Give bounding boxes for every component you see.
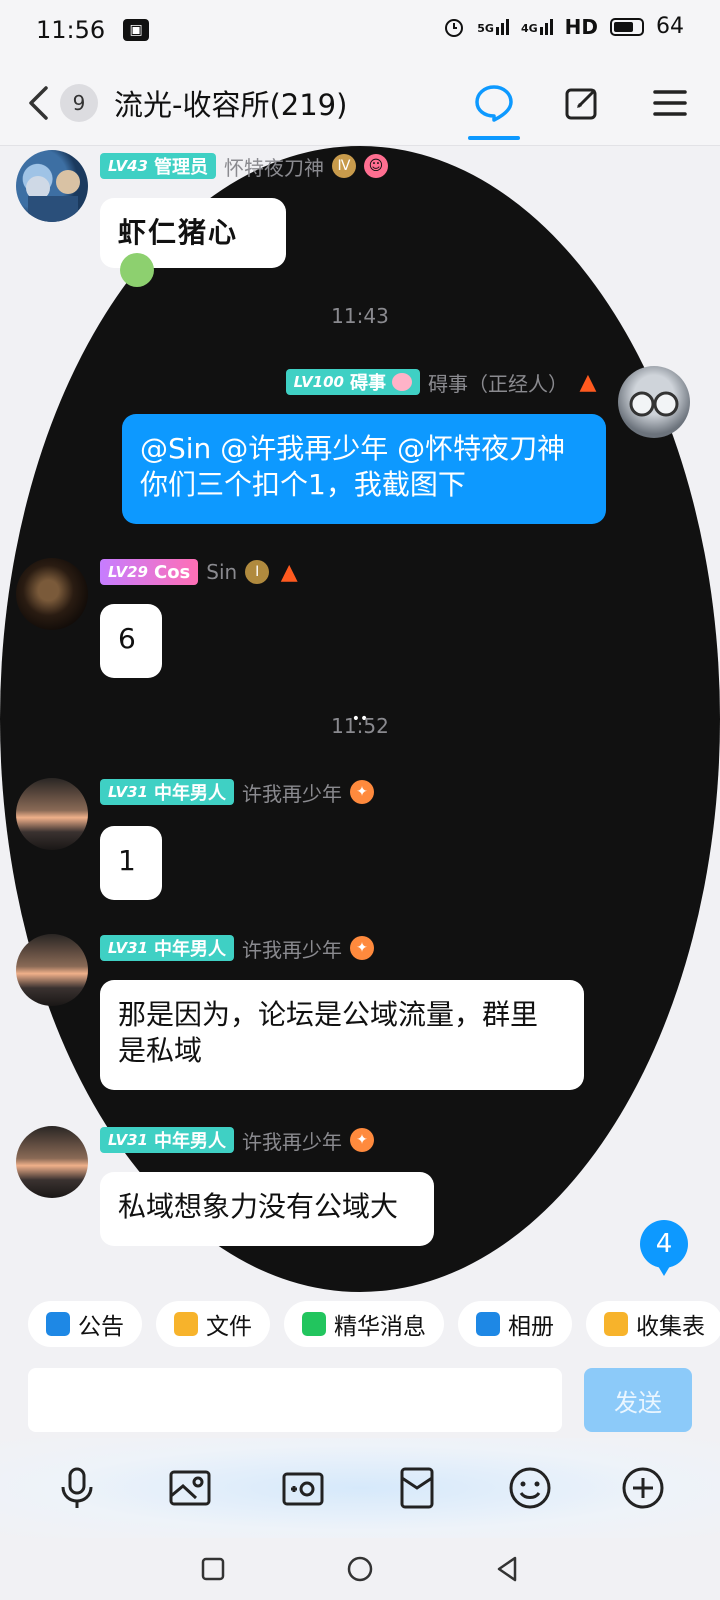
status-time: 11:56 xyxy=(36,16,106,44)
avatar[interactable] xyxy=(16,150,88,222)
sender-meta: LV29 Cos Sin Ⅰ ▲ xyxy=(100,558,301,586)
folder-icon xyxy=(174,1312,198,1336)
level-tag: LV100 碍事 xyxy=(285,369,420,395)
shortcut-form[interactable]: 收集表 xyxy=(586,1301,720,1347)
home-icon[interactable] xyxy=(346,1555,374,1583)
post-button[interactable] xyxy=(558,60,606,146)
status-notification-icons: ▣ •• xyxy=(0,19,720,1292)
chat-header: 9 流光-收容所(219) xyxy=(0,60,720,146)
shortcut-announcement[interactable]: 公告 xyxy=(28,1301,142,1347)
sender-nickname[interactable]: 许我再少年 xyxy=(242,934,342,963)
battery-icon xyxy=(610,17,644,36)
edit-icon xyxy=(565,88,597,120)
shortcut-files[interactable]: 文件 xyxy=(156,1301,270,1347)
avatar[interactable] xyxy=(16,778,88,850)
sender-nickname[interactable]: Sin xyxy=(206,560,237,584)
message-bubble[interactable]: 那是因为，论坛是公域流量，群里 是私域 xyxy=(100,980,584,1090)
dragon-badge-icon: ✦ xyxy=(349,780,374,804)
message-bubble[interactable]: 私域想象力没有公域大 xyxy=(100,1172,434,1246)
hd-indicator: HD xyxy=(564,14,598,39)
timestamp: 11:52 xyxy=(331,714,389,738)
form-icon xyxy=(604,1312,628,1336)
signal-5g-icon: 5G xyxy=(477,18,509,35)
message-input[interactable] xyxy=(28,1368,562,1432)
image-icon xyxy=(169,1470,211,1506)
frog-sticker-icon xyxy=(120,253,154,287)
message-bubble[interactable]: 1 xyxy=(100,826,162,900)
voice-button[interactable] xyxy=(47,1458,107,1518)
signal-4g-icon: 4G xyxy=(521,18,553,35)
sender-nickname[interactable]: 碍事（正经人） xyxy=(428,368,568,397)
menu-button[interactable] xyxy=(646,60,694,146)
red-packet-icon xyxy=(400,1467,434,1509)
image-notification-icon: ▣ xyxy=(123,19,150,41)
sender-meta: LV31 中年男人 许我再少年 ✦ xyxy=(100,1126,374,1154)
chat-bubble-icon xyxy=(475,85,513,122)
chat-tab-button[interactable] xyxy=(468,60,520,146)
plus-circle-icon xyxy=(622,1467,664,1509)
nav-back-icon[interactable] xyxy=(494,1555,520,1583)
header-actions xyxy=(468,60,694,146)
shortcut-album[interactable]: 相册 xyxy=(458,1301,572,1347)
dragon-badge-icon: ✦ xyxy=(349,1128,374,1152)
recents-icon[interactable] xyxy=(200,1556,226,1582)
status-bar: 11:56 ▣ •• 5G 4G HD 64 xyxy=(0,0,720,1292)
emoji-icon xyxy=(509,1467,551,1509)
menu-icon xyxy=(653,90,687,116)
composer: 发送 xyxy=(0,1356,720,1438)
highlight-icon xyxy=(302,1312,326,1336)
message-list[interactable]: LV43 管理员 怀特夜刀神 Ⅳ ☺ 虾仁猪心 11:43 LV100 碍事 碍事（… xyxy=(0,146,720,1292)
image-button[interactable] xyxy=(160,1458,220,1518)
message-bubble[interactable]: @Sin @许我再少年 @怀特夜刀神 你们三个扣个1，我截图下 xyxy=(122,414,606,524)
microphone-icon xyxy=(61,1467,93,1508)
status-right: 5G 4G HD 64 xyxy=(443,14,684,39)
sender-nickname[interactable]: 许我再少年 xyxy=(242,1126,342,1155)
rank-medal-icon: Ⅰ xyxy=(245,560,270,584)
fire-icon: ▲ xyxy=(280,559,298,585)
shortcut-highlights[interactable]: 精华消息 xyxy=(284,1301,444,1347)
sender-meta: LV31 中年男人 许我再少年 ✦ xyxy=(100,934,374,962)
group-title[interactable]: 流光-收容所(219) xyxy=(114,82,347,124)
unread-count-badge[interactable]: 9 xyxy=(60,83,98,122)
avatar[interactable] xyxy=(16,934,88,1006)
red-packet-button[interactable] xyxy=(387,1458,447,1518)
avatar[interactable] xyxy=(618,366,690,438)
avatar[interactable] xyxy=(16,558,88,630)
message-bubble[interactable]: 6 xyxy=(100,604,162,678)
sender-meta: LV100 碍事 碍事（正经人） ▲ xyxy=(285,368,600,397)
emoji-badge-icon: ☺ xyxy=(363,154,388,178)
back-icon[interactable] xyxy=(18,73,58,133)
alarm-icon xyxy=(445,18,464,37)
level-tag: LV43 管理员 xyxy=(100,153,216,179)
dragon-badge-icon: ✦ xyxy=(349,936,374,960)
sender-meta: LV43 管理员 怀特夜刀神 Ⅳ ☺ xyxy=(100,152,388,180)
sender-meta: LV31 中年男人 许我再少年 ✦ xyxy=(100,778,374,806)
composer-tools xyxy=(0,1438,720,1538)
fire-icon: ▲ xyxy=(579,369,597,395)
avatar[interactable] xyxy=(16,1126,88,1198)
album-icon xyxy=(476,1312,500,1336)
new-messages-badge[interactable]: 4 xyxy=(640,1220,688,1276)
sender-nickname[interactable]: 许我再少年 xyxy=(242,778,342,807)
rank-medal-icon: Ⅳ xyxy=(331,154,356,178)
level-tag: LV31 中年男人 xyxy=(100,935,234,961)
battery-percent: 64 xyxy=(656,14,684,39)
group-shortcut-bar: 公告 文件 精华消息 相册 收集表 xyxy=(0,1292,720,1356)
more-button[interactable] xyxy=(613,1458,673,1518)
pig-icon xyxy=(392,373,412,391)
emoji-button[interactable] xyxy=(500,1458,560,1518)
message-bubble[interactable]: 虾仁猪心 xyxy=(100,198,286,287)
timestamp: 11:43 xyxy=(331,304,389,328)
announcement-icon xyxy=(46,1312,70,1336)
level-tag: LV31 中年男人 xyxy=(100,779,234,805)
camera-icon xyxy=(282,1472,324,1506)
level-tag: LV31 中年男人 xyxy=(100,1127,234,1153)
level-tag: LV29 Cos xyxy=(100,559,199,585)
send-button[interactable]: 发送 xyxy=(584,1368,692,1432)
sender-nickname[interactable]: 怀特夜刀神 xyxy=(224,152,324,181)
system-nav-bar xyxy=(0,1538,720,1600)
camera-button[interactable] xyxy=(273,1458,333,1518)
